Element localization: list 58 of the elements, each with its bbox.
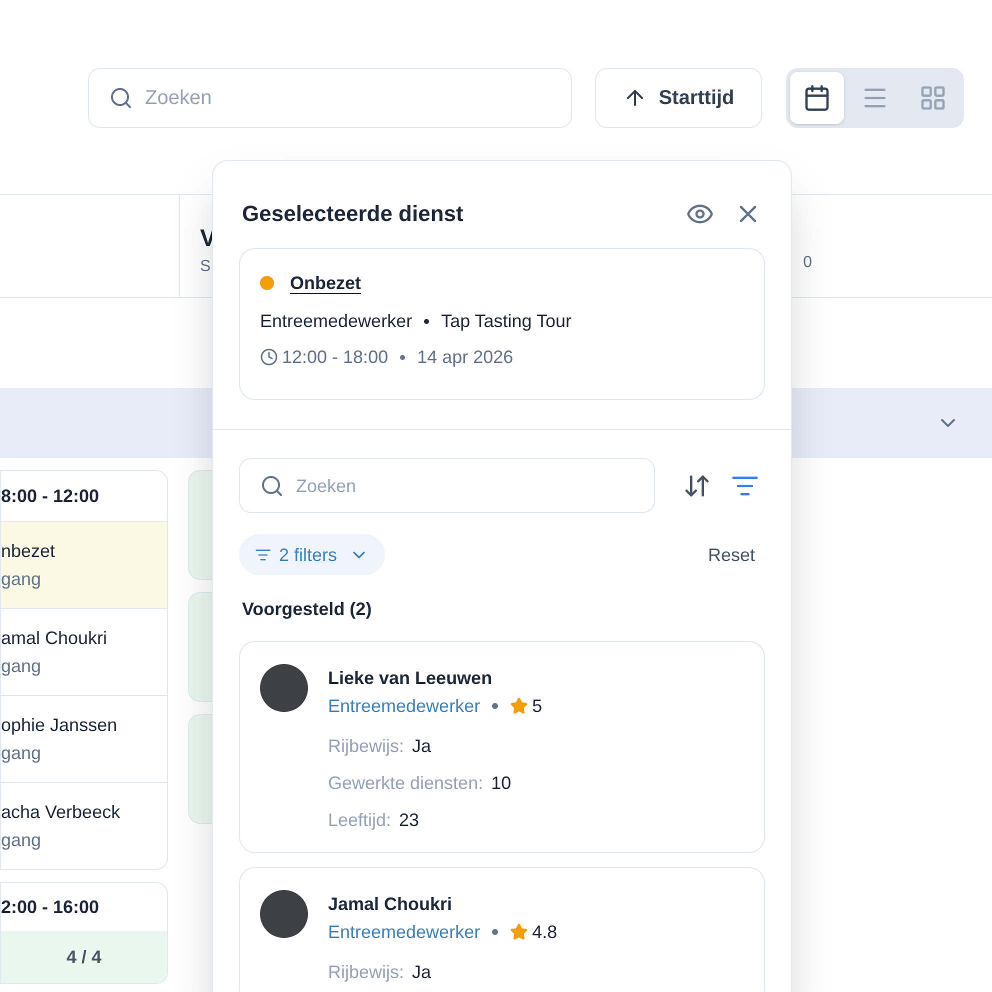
calendar-icon — [803, 84, 831, 112]
shift-entry[interactable]: ophie Janssen gang — [1, 695, 167, 782]
shift-time: 2:00 - 16:00 — [1, 896, 100, 919]
entry-name: amal Choukri — [1, 627, 108, 650]
search-input[interactable]: Zoeken — [296, 472, 528, 500]
reset-button[interactable]: Reset — [708, 540, 755, 568]
panel-title: Geselecteerde dienst — [242, 200, 464, 228]
search-input[interactable]: Zoeken — [145, 84, 410, 112]
staffing-count: 4 / 4 — [66, 946, 102, 969]
detail-label: Rijbewijs: — [328, 735, 404, 758]
entry-detail: gang — [1, 742, 42, 765]
shift-time: 8:00 - 12:00 — [1, 485, 100, 508]
entry-detail: gang — [1, 829, 42, 852]
search-icon — [109, 86, 133, 110]
rating: 5 — [532, 695, 542, 718]
detail-value: Ja — [412, 735, 432, 758]
shift-date: 14 apr 2026 — [417, 346, 514, 369]
shift-entry[interactable]: acha Verbeeck gang — [1, 782, 167, 869]
avatar — [260, 664, 308, 712]
search-icon — [260, 474, 284, 498]
detail-label: Rijbewijs: — [328, 961, 404, 984]
shift-time: 12:00 - 18:00 — [282, 346, 388, 369]
column-title: 0 — [803, 253, 812, 273]
view-tab[interactable] — [790, 72, 844, 124]
detail-value: Ja — [412, 961, 432, 984]
filter-chip[interactable]: 2 filters — [239, 534, 386, 575]
entry-name: nbezet — [1, 540, 56, 563]
grid-icon — [919, 84, 947, 112]
candidate-name: Jamal Choukri — [328, 893, 454, 916]
sort-button[interactable]: Starttijd — [595, 68, 762, 128]
detail-value: 10 — [491, 772, 512, 795]
entry-detail: gang — [1, 655, 42, 678]
search-field[interactable]: Zoeken — [239, 458, 655, 513]
shift-entry[interactable]: nbezet gang — [1, 521, 167, 608]
detail-label: Leeftijd: — [328, 809, 392, 832]
entry-name: ophie Janssen — [1, 714, 118, 737]
star-icon — [510, 923, 528, 941]
shift-role: Entreemedewerker — [260, 310, 412, 333]
candidate-card[interactable]: Jamal Choukri Entreemedewerker 4.8 Rijbewijs: Ja — [239, 867, 765, 992]
star-icon — [510, 697, 528, 715]
candidate-name: Lieke van Leeuwen — [328, 667, 494, 690]
avatar — [260, 890, 308, 938]
candidate-role: Entreemedewerker — [328, 695, 480, 718]
rating: 4.8 — [532, 921, 558, 944]
entry-name: acha Verbeeck — [1, 801, 122, 824]
section-title: Voorgesteld (2) — [241, 598, 373, 621]
detail-value: 23 — [399, 809, 420, 832]
status-link[interactable]: Onbezet — [290, 269, 362, 297]
column-subtitle: S — [200, 257, 212, 277]
filter-icon — [255, 546, 271, 562]
shift-entry[interactable]: amal Choukri gang — [1, 608, 167, 695]
shift-event: Tap Tasting Tour — [441, 310, 572, 333]
candidate-role: Entreemedewerker — [328, 921, 480, 944]
candidate-card[interactable]: Lieke van Leeuwen Entreemedewerker 5 Rijbewijs: Ja Gewerkte diensten: 10 Leeftijd: 23 — [239, 641, 765, 853]
entry-detail: gang — [1, 568, 42, 591]
clock-icon — [260, 348, 278, 366]
search-field[interactable]: Zoeken — [88, 68, 572, 128]
detail-label: Gewerkte diensten: — [328, 772, 484, 795]
